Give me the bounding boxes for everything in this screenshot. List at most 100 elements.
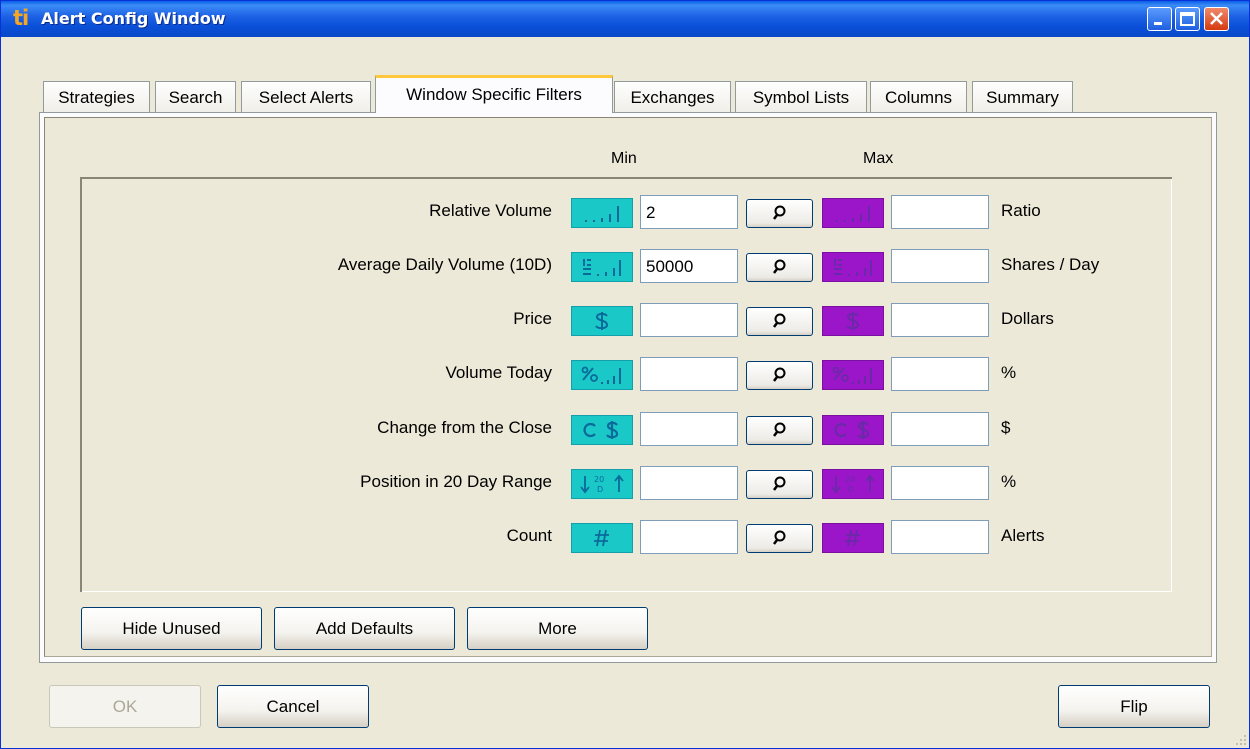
change-close-icon: [834, 421, 870, 439]
percent-volume-icon: [832, 366, 872, 384]
change-close-max-input[interactable]: [891, 412, 989, 446]
hide-unused-button[interactable]: Hide Unused: [81, 607, 262, 650]
maximize-button[interactable]: [1175, 7, 1200, 31]
average-volume-icon: [583, 259, 621, 276]
count-search-button[interactable]: [746, 524, 813, 553]
filter-label: Volume Today: [445, 363, 552, 382]
magnifier-icon: [773, 367, 786, 382]
min-column-header: Min: [611, 150, 637, 167]
close-icon: [1210, 12, 1223, 25]
count-min-icon[interactable]: [571, 523, 633, 553]
average-volume-min-icon[interactable]: [571, 252, 633, 282]
average-volume-min-input[interactable]: 50000: [640, 249, 738, 283]
magnifier-icon: [773, 530, 786, 545]
average-volume-search-button[interactable]: [746, 253, 813, 282]
max-column-header: Max: [863, 150, 894, 167]
volume-today-max-input[interactable]: [891, 357, 989, 391]
volume-today-search-button[interactable]: [746, 361, 813, 390]
relative-volume-max-icon[interactable]: [822, 198, 884, 228]
tab-exchanges[interactable]: Exchanges: [614, 81, 731, 112]
filter-unit: Dollars: [1001, 309, 1054, 328]
range-position-icon: 20D: [831, 474, 875, 494]
app-logo: ti: [13, 6, 29, 30]
percent-volume-icon: [581, 366, 621, 384]
hash-icon: [845, 529, 860, 547]
add-defaults-button[interactable]: Add Defaults: [274, 607, 455, 650]
hash-icon: [594, 529, 609, 547]
svg-text:D: D: [848, 485, 854, 494]
minimize-icon: [1154, 22, 1162, 25]
flip-button[interactable]: Flip: [1058, 685, 1210, 728]
average-volume-max-icon[interactable]: [822, 252, 884, 282]
magnifier-icon: [773, 205, 786, 220]
range-position-min-input[interactable]: [640, 466, 738, 500]
relative-volume-icon: [585, 206, 619, 222]
filter-label: Average Daily Volume (10D): [337, 255, 552, 274]
relative-volume-search-button[interactable]: [746, 199, 813, 228]
maximize-icon: [1180, 12, 1195, 26]
price-min-icon[interactable]: [571, 306, 633, 336]
range-position-max-icon[interactable]: 20 D: [822, 469, 884, 499]
tab-symbol-lists[interactable]: Symbol Lists: [735, 81, 867, 112]
minimize-button[interactable]: [1147, 7, 1172, 31]
filter-label: Relative Volume: [429, 201, 552, 220]
filter-label: Position in 20 Day Range: [360, 472, 552, 491]
volume-today-min-icon[interactable]: [571, 360, 633, 390]
alert-config-window: ti Alert Config Window Strategies Search…: [0, 0, 1250, 749]
dollar-icon: [595, 312, 609, 330]
price-max-icon[interactable]: [822, 306, 884, 336]
change-close-max-icon[interactable]: [822, 415, 884, 445]
filter-unit: Alerts: [1001, 526, 1045, 545]
more-button[interactable]: More: [467, 607, 648, 650]
magnifier-icon: [773, 422, 786, 437]
magnifier-icon: [773, 259, 786, 274]
relative-volume-max-input[interactable]: [891, 195, 989, 229]
filter-unit: Shares / Day: [1001, 255, 1100, 274]
price-min-input[interactable]: [640, 303, 738, 337]
magnifier-icon: [773, 476, 786, 491]
svg-text:D: D: [597, 485, 603, 494]
change-close-min-icon[interactable]: [571, 415, 633, 445]
window-title: Alert Config Window: [41, 9, 226, 28]
ok-button[interactable]: OK: [49, 685, 201, 728]
title-bar[interactable]: ti Alert Config Window: [1, 1, 1249, 37]
price-search-button[interactable]: [746, 307, 813, 336]
tab-summary[interactable]: Summary: [972, 81, 1073, 112]
tab-columns[interactable]: Columns: [870, 81, 967, 112]
tab-search[interactable]: Search: [155, 81, 236, 112]
svg-text:20: 20: [845, 475, 855, 484]
volume-today-max-icon[interactable]: [822, 360, 884, 390]
change-close-min-input[interactable]: [640, 412, 738, 446]
filter-label: Count: [506, 526, 552, 545]
resize-grip-icon[interactable]: [1235, 734, 1247, 746]
tab-window-specific-filters[interactable]: Window Specific Filters: [375, 75, 613, 113]
volume-today-min-input[interactable]: [640, 357, 738, 391]
range-position-min-icon[interactable]: 20 D: [571, 469, 633, 499]
cancel-button[interactable]: Cancel: [217, 685, 369, 728]
filter-label: Change from the Close: [377, 418, 552, 437]
tab-select-alerts[interactable]: Select Alerts: [241, 81, 371, 112]
filter-unit: $: [1001, 418, 1011, 437]
relative-volume-icon: [836, 206, 870, 222]
relative-volume-min-icon[interactable]: [571, 198, 633, 228]
change-close-search-button[interactable]: [746, 416, 813, 445]
filter-unit: %: [1001, 363, 1017, 382]
tab-strategies[interactable]: Strategies: [43, 81, 150, 112]
relative-volume-min-input[interactable]: 2: [640, 195, 738, 229]
filter-unit: %: [1001, 472, 1017, 491]
filter-unit: Ratio: [1001, 201, 1041, 220]
average-volume-icon: [834, 259, 872, 276]
range-position-search-button[interactable]: [746, 470, 813, 499]
close-button[interactable]: [1204, 7, 1229, 31]
count-max-icon[interactable]: [822, 523, 884, 553]
dollar-icon: [846, 312, 860, 330]
range-position-icon: 20D: [580, 474, 624, 494]
count-max-input[interactable]: [891, 520, 989, 554]
svg-text:20: 20: [594, 475, 604, 484]
price-max-input[interactable]: [891, 303, 989, 337]
average-volume-max-input[interactable]: [891, 249, 989, 283]
count-min-input[interactable]: [640, 520, 738, 554]
magnifier-icon: [773, 313, 786, 328]
filter-label: Price: [513, 309, 552, 328]
range-position-max-input[interactable]: [891, 466, 989, 500]
